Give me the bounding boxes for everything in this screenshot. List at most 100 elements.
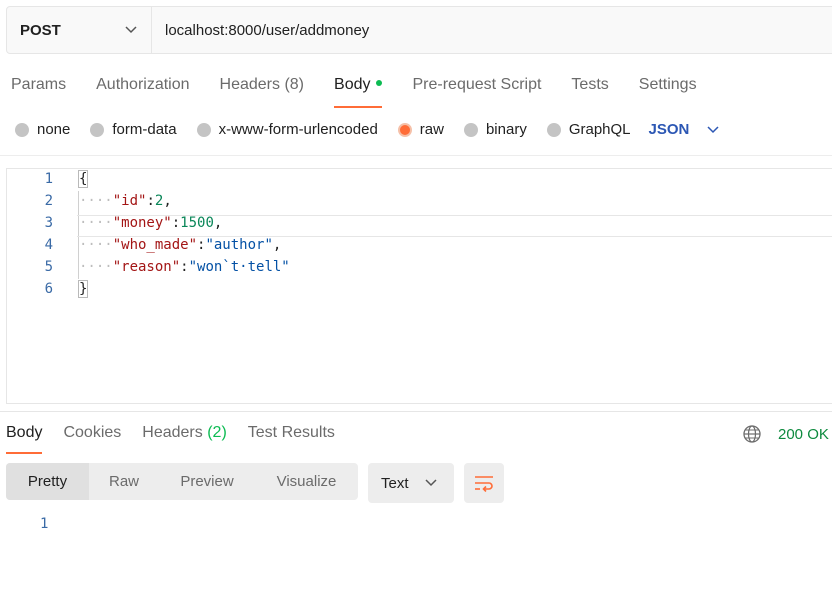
format-label: Text [381,474,409,492]
json-string: "author" [205,237,273,253]
json-key: "reason" [112,259,181,275]
code-text: ····"reason":"won`t·tell" [79,259,290,275]
button-label: Visualize [276,473,337,490]
response-tab-test-results[interactable]: Test Results [248,424,335,450]
response-tab-headers[interactable]: Headers (2) [142,424,227,450]
response-tabs: Body Cookies Headers (2) Test Results [6,424,356,454]
json-key: "who_made" [112,237,198,253]
whitespace: ···· [79,237,113,253]
tab-label: Headers [219,76,280,93]
radio-circle-selected[interactable] [397,122,412,137]
wrap-lines-icon [475,476,493,492]
json-string: "won`t·tell" [188,259,290,275]
tab-label: Body [334,76,371,93]
tab-headers[interactable]: Headers (8) [220,76,305,104]
code-line: 3 ····"money":1500, [7,215,832,237]
brace-open: { [77,170,89,188]
radio-circle[interactable] [90,122,105,137]
radio-binary[interactable]: binary [463,121,527,138]
chevron-down-icon [125,26,137,34]
radio-label: binary [485,121,527,138]
tab-tests[interactable]: Tests [571,76,608,104]
line-number: 4 [44,237,53,253]
response-line-number: 1 [40,516,49,532]
tab-label: Settings [638,76,697,93]
body-type-options: none form-data x-www-form-urlencoded raw… [15,121,719,138]
comma: , [213,215,223,231]
response-format-select[interactable]: Text [368,463,454,503]
radio-circle[interactable] [196,122,211,137]
tab-label: Pre-request Script [412,76,542,93]
comma: , [163,193,172,209]
tab-body[interactable]: Body [334,76,383,108]
language-select[interactable]: JSON [649,121,720,138]
radio-urlencoded[interactable]: x-www-form-urlencoded [196,121,378,138]
method-label: POST [20,21,61,39]
chevron-down-icon [424,479,437,487]
tab-label: Params [11,76,67,93]
whitespace: ···· [79,259,113,275]
tab-label: Tests [571,76,609,93]
button-label: Raw [108,473,139,490]
code-text: } [77,280,89,298]
radio-circle[interactable] [546,122,561,137]
tab-authorization[interactable]: Authorization [96,76,189,104]
radio-label: GraphQL [568,121,631,138]
tab-params[interactable]: Params [11,76,66,104]
code-line: 6 } [7,280,832,303]
whitespace: ···· [79,193,113,209]
button-label: Pretty [27,473,68,490]
view-preview-button[interactable]: Preview [159,463,255,500]
wrap-lines-button[interactable] [464,463,504,503]
code-line: 4 ····"who_made":"author", [7,237,832,259]
tab-settings[interactable]: Settings [639,76,697,104]
code-line: 2 ····"id":2, [7,193,832,215]
radio-label: form-data [112,121,177,138]
line-number: 1 [44,171,53,187]
request-bar: POST localhost:8000/user/addmoney [6,6,832,54]
response-view-toggle: Pretty Raw Preview Visualize [6,463,358,500]
button-label: Preview [180,473,234,490]
line-number: 3 [44,215,53,231]
tab-label: Test Results [247,424,335,441]
view-pretty-button[interactable]: Pretty [6,463,89,500]
json-key: "money" [112,215,172,231]
tab-pre-request-script[interactable]: Pre-request Script [412,76,541,104]
json-number: 1500 [180,215,214,231]
json-key: "id" [112,193,147,209]
body-indicator-dot [376,79,383,86]
radio-none[interactable]: none [15,121,70,138]
response-tab-body[interactable]: Body [6,424,43,454]
body-editor[interactable]: 1 { 2 ····"id":2, 3 ····"money":1500, 4 … [6,168,832,404]
radio-graphql[interactable]: GraphQL [546,121,631,138]
brace-close: } [77,280,89,298]
code-text: ····"who_made":"author", [79,237,281,253]
response-tab-cookies[interactable]: Cookies [63,424,121,450]
divider [0,411,832,412]
headers-count: (2) [207,424,227,441]
radio-raw[interactable]: raw [397,121,444,138]
colon: : [180,259,189,275]
whitespace: ···· [79,215,113,231]
method-select[interactable]: POST [7,7,152,53]
radio-label: none [37,121,71,138]
radio-circle[interactable] [463,122,478,137]
status-code[interactable]: 200 OK [778,426,829,443]
colon: : [146,193,155,209]
divider [0,155,832,156]
language-label: JSON [648,121,690,138]
view-visualize-button[interactable]: Visualize [255,463,358,500]
view-raw-button[interactable]: Raw [89,463,159,500]
radio-circle[interactable] [15,122,29,137]
code-text: ····"money":1500, [79,215,222,231]
tab-label: Body [6,424,43,441]
url-input[interactable]: localhost:8000/user/addmoney [152,7,369,53]
code-line: 5 ····"reason":"won`t·tell" [7,259,832,281]
line-number: 5 [44,259,53,275]
radio-form-data[interactable]: form-data [90,121,177,138]
request-tabs: Params Authorization Headers (8) Body Pr… [11,76,727,108]
tab-label: Authorization [96,76,190,93]
line-number: 6 [44,281,53,297]
globe-icon[interactable] [742,424,762,444]
code-text: ····"id":2, [79,193,172,209]
